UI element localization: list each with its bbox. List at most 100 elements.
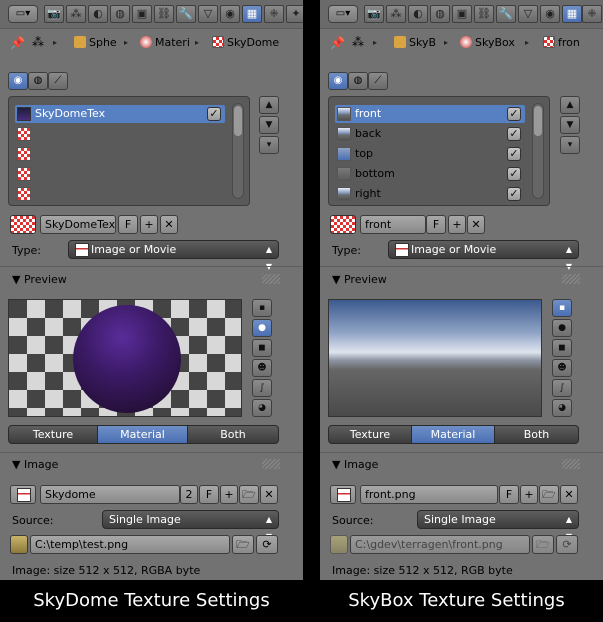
image-source-dropdown[interactable]: Single Image ▲▼	[417, 510, 579, 541]
world-textures-button[interactable]: ◉	[328, 72, 348, 90]
preview-flat-button[interactable]: ▪	[552, 299, 572, 317]
render-tab-icon[interactable]: 📷	[44, 5, 64, 23]
image-name-field[interactable]: front.png	[360, 485, 498, 504]
preview-sphere-sky-button[interactable]: ◕	[552, 399, 572, 417]
texture-slot-row[interactable]: SkyDomeTex ✓	[15, 105, 225, 123]
texture-browse-button[interactable]	[330, 215, 356, 234]
new-image-button[interactable]: +	[520, 485, 538, 504]
slot-enabled-checkbox[interactable]: ✓	[507, 187, 521, 201]
pin-icon[interactable]: 📌	[10, 36, 25, 50]
panel-drag-grip[interactable]	[262, 274, 280, 284]
preview-cube-button[interactable]: ◼	[552, 339, 572, 357]
image-filepath-field[interactable]: C:\gdev\terragen\front.png	[350, 535, 530, 554]
new-texture-button[interactable]: +	[140, 215, 158, 234]
world-tab-icon[interactable]: ◍	[110, 5, 130, 23]
preview-cube-button[interactable]: ◼	[252, 339, 272, 357]
move-slot-down-button[interactable]: ▼	[259, 116, 279, 134]
material-textures-button[interactable]: ◍	[28, 72, 48, 90]
editor-type-switch[interactable]: ▭▾	[328, 5, 358, 23]
texture-tab-icon[interactable]: ▦	[242, 5, 262, 23]
slots-scrollbar-thumb[interactable]	[534, 106, 542, 136]
browse-file-folder-icon[interactable]: 🗁	[532, 535, 554, 554]
particles-tab-icon[interactable]: ⁜	[264, 5, 284, 23]
texture-slot-row[interactable]: front ✓	[335, 105, 525, 123]
slot-enabled-checkbox[interactable]: ✓	[207, 107, 221, 121]
fake-user-button[interactable]: F	[118, 215, 138, 234]
image-browse-button[interactable]	[330, 485, 356, 504]
image-fake-user-button[interactable]: F	[499, 485, 519, 504]
world-tab-icon[interactable]: ◍	[430, 5, 450, 23]
preview-monkey-button[interactable]: ☻	[552, 359, 572, 377]
unlink-texture-button[interactable]: ✕	[467, 215, 485, 234]
browse-file-folder-icon[interactable]: 🗁	[232, 535, 254, 554]
reload-image-icon[interactable]: ⟳	[256, 535, 278, 554]
preview-sphere-button[interactable]: ●	[252, 319, 272, 337]
unlink-texture-button[interactable]: ✕	[160, 215, 178, 234]
preview-sphere-button[interactable]: ●	[552, 319, 572, 337]
render-layers-tab-icon[interactable]: ⁂	[66, 5, 86, 23]
scene-tab-icon[interactable]: ◐	[88, 5, 108, 23]
preview-monkey-button[interactable]: ☻	[252, 359, 272, 377]
slots-scrollbar[interactable]	[532, 103, 544, 199]
material-tab-icon[interactable]: ◉	[220, 5, 240, 23]
new-image-button[interactable]: +	[220, 485, 238, 504]
slot-specials-menu-button[interactable]: ▾	[259, 136, 279, 154]
image-panel-header[interactable]: ▼ Image	[332, 458, 378, 471]
open-image-folder-icon[interactable]: 🗁	[239, 485, 259, 504]
image-fake-user-button[interactable]: F	[199, 485, 219, 504]
preview-texture-tab[interactable]: Texture	[328, 425, 412, 444]
preview-panel-header[interactable]: ▼ Preview	[12, 273, 67, 286]
image-name-field[interactable]: Skydome	[40, 485, 180, 504]
move-slot-up-button[interactable]: ▲	[259, 96, 279, 114]
preview-hair-button[interactable]: ∫	[252, 379, 272, 397]
constraints-tab-icon[interactable]: ⛓	[154, 5, 174, 23]
new-texture-button[interactable]: +	[448, 215, 466, 234]
material-textures-button[interactable]: ◍	[348, 72, 368, 90]
file-pack-icon[interactable]	[10, 535, 28, 554]
open-image-folder-icon[interactable]: 🗁	[539, 485, 559, 504]
world-textures-button[interactable]: ◉	[8, 72, 28, 90]
preview-hair-button[interactable]: ∫	[552, 379, 572, 397]
slot-enabled-checkbox[interactable]: ✓	[507, 107, 521, 121]
constraints-tab-icon[interactable]: ⛓	[474, 5, 494, 23]
preview-panel-header[interactable]: ▼ Preview	[332, 273, 387, 286]
scene-tab-icon[interactable]: ◐	[408, 5, 428, 23]
texture-slot-row[interactable]	[15, 125, 225, 143]
slot-specials-menu-button[interactable]: ▾	[560, 136, 580, 154]
object-tab-icon[interactable]: ▣	[452, 5, 472, 23]
particles-tab-icon[interactable]: ⁜	[582, 5, 602, 23]
slots-scrollbar[interactable]	[232, 103, 244, 199]
render-tab-icon[interactable]: 📷	[364, 5, 384, 23]
brush-textures-button[interactable]: ⟋	[368, 72, 388, 90]
preview-both-tab[interactable]: Both	[494, 425, 579, 444]
texture-name-field[interactable]: front	[360, 215, 426, 234]
object-tab-icon[interactable]: ▣	[132, 5, 152, 23]
physics-tab-icon[interactable]: ✦	[286, 5, 303, 23]
texture-slot-row[interactable]: bottom ✓	[335, 165, 525, 183]
preview-texture-tab[interactable]: Texture	[8, 425, 98, 444]
texture-slot-row[interactable]	[15, 165, 225, 183]
slot-enabled-checkbox[interactable]: ✓	[507, 127, 521, 141]
texture-slot-row[interactable]: back ✓	[335, 125, 525, 143]
modifiers-tab-icon[interactable]: 🔧	[496, 5, 516, 23]
texture-slot-row[interactable]	[15, 185, 225, 203]
material-tab-icon[interactable]: ◉	[540, 5, 560, 23]
texture-slots-list[interactable]: SkyDomeTex ✓	[8, 96, 250, 206]
texture-slot-row[interactable]: right ✓	[335, 185, 525, 203]
file-pack-icon[interactable]	[330, 535, 348, 554]
texture-browse-button[interactable]	[10, 215, 36, 234]
image-panel-header[interactable]: ▼ Image	[12, 458, 58, 471]
texture-tab-icon[interactable]: ▦	[562, 5, 582, 23]
modifiers-tab-icon[interactable]: 🔧	[176, 5, 196, 23]
slot-enabled-checkbox[interactable]: ✓	[507, 147, 521, 161]
pin-icon[interactable]: 📌	[330, 36, 345, 50]
preview-material-tab[interactable]: Material	[411, 425, 495, 444]
image-source-dropdown[interactable]: Single Image ▲▼	[102, 510, 279, 541]
preview-both-tab[interactable]: Both	[187, 425, 279, 444]
slot-enabled-checkbox[interactable]: ✓	[507, 167, 521, 181]
mesh-data-tab-icon[interactable]: ▽	[518, 5, 538, 23]
preview-flat-button[interactable]: ▪	[252, 299, 272, 317]
move-slot-down-button[interactable]: ▼	[560, 116, 580, 134]
unlink-image-button[interactable]: ✕	[260, 485, 278, 504]
unlink-image-button[interactable]: ✕	[560, 485, 578, 504]
